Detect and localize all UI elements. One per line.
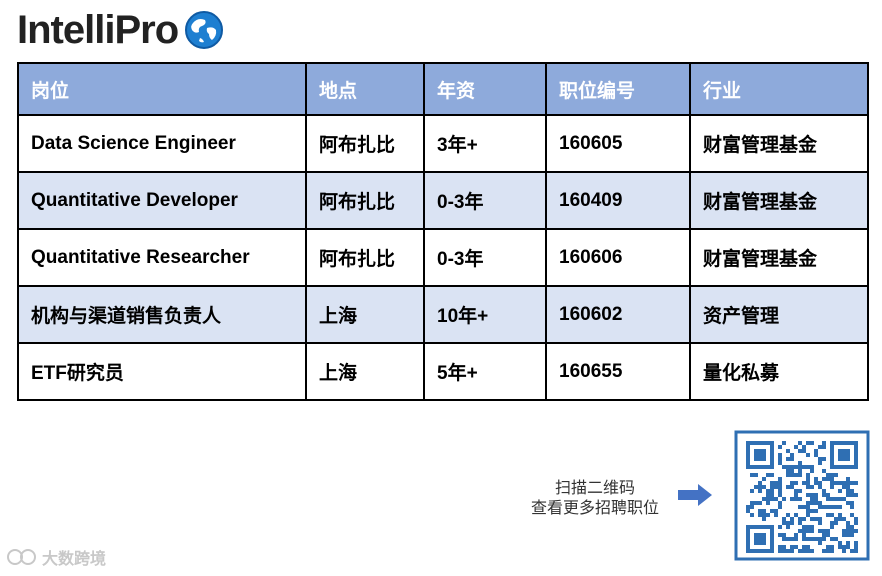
cell-position: Quantitative Researcher <box>17 228 307 287</box>
table-row: Quantitative Developer 阿布扎比 0-3年 160409 … <box>17 171 869 230</box>
cell-experience: 0-3年 <box>423 228 547 287</box>
cell-position: Data Science Engineer <box>17 114 307 173</box>
job-table: 岗位 地点 年资 职位编号 行业 Data Science Engineer 阿… <box>17 62 869 401</box>
cell-job-id: 160409 <box>545 171 691 230</box>
cell-industry: 财富管理基金 <box>689 171 869 230</box>
cell-location: 阿布扎比 <box>305 171 425 230</box>
watermark-logo-icon <box>7 549 36 565</box>
header-job-id: 职位编号 <box>545 62 691 116</box>
cell-position: Quantitative Developer <box>17 171 307 230</box>
cell-location: 阿布扎比 <box>305 114 425 173</box>
cell-industry: 资产管理 <box>689 285 869 344</box>
cell-experience: 0-3年 <box>423 171 547 230</box>
cell-job-id: 160606 <box>545 228 691 287</box>
table-row: 机构与渠道销售负责人 上海 10年+ 160602 资产管理 <box>17 285 869 344</box>
cell-experience: 5年+ <box>423 342 547 401</box>
intellipro-logo: IntelliPro <box>17 6 224 54</box>
qr-caption: 扫描二维码 查看更多招聘职位 <box>500 479 690 519</box>
cell-location: 上海 <box>305 285 425 344</box>
watermark-text: 大数跨境 <box>42 551 107 568</box>
logo-text: IntelliPro <box>17 8 179 52</box>
watermark: 大数跨境 <box>6 545 106 569</box>
qr-code-icon[interactable] <box>732 428 872 563</box>
table-header-row: 岗位 地点 年资 职位编号 行业 <box>17 62 869 116</box>
cell-industry: 量化私募 <box>689 342 869 401</box>
header-experience: 年资 <box>423 62 547 116</box>
cell-job-id: 160605 <box>545 114 691 173</box>
header-position: 岗位 <box>17 62 307 116</box>
qr-caption-line2: 查看更多招聘职位 <box>530 500 659 517</box>
cell-location: 上海 <box>305 342 425 401</box>
header-industry: 行业 <box>689 62 869 116</box>
cell-experience: 10年+ <box>423 285 547 344</box>
cell-position: ETF研究员 <box>17 342 307 401</box>
cell-industry: 财富管理基金 <box>689 114 869 173</box>
qr-caption-line1: 扫描二维码 <box>554 480 635 497</box>
cell-experience: 3年+ <box>423 114 547 173</box>
header-location: 地点 <box>305 62 425 116</box>
globe-icon <box>185 11 224 49</box>
table-row: Data Science Engineer 阿布扎比 3年+ 160605 财富… <box>17 114 869 173</box>
table-row: Quantitative Researcher 阿布扎比 0-3年 160606… <box>17 228 869 287</box>
cell-job-id: 160602 <box>545 285 691 344</box>
arrow-right-icon <box>678 484 712 506</box>
table-row: ETF研究员 上海 5年+ 160655 量化私募 <box>17 342 869 401</box>
cell-position: 机构与渠道销售负责人 <box>17 285 307 344</box>
cell-industry: 财富管理基金 <box>689 228 869 287</box>
cell-job-id: 160655 <box>545 342 691 401</box>
cell-location: 阿布扎比 <box>305 228 425 287</box>
